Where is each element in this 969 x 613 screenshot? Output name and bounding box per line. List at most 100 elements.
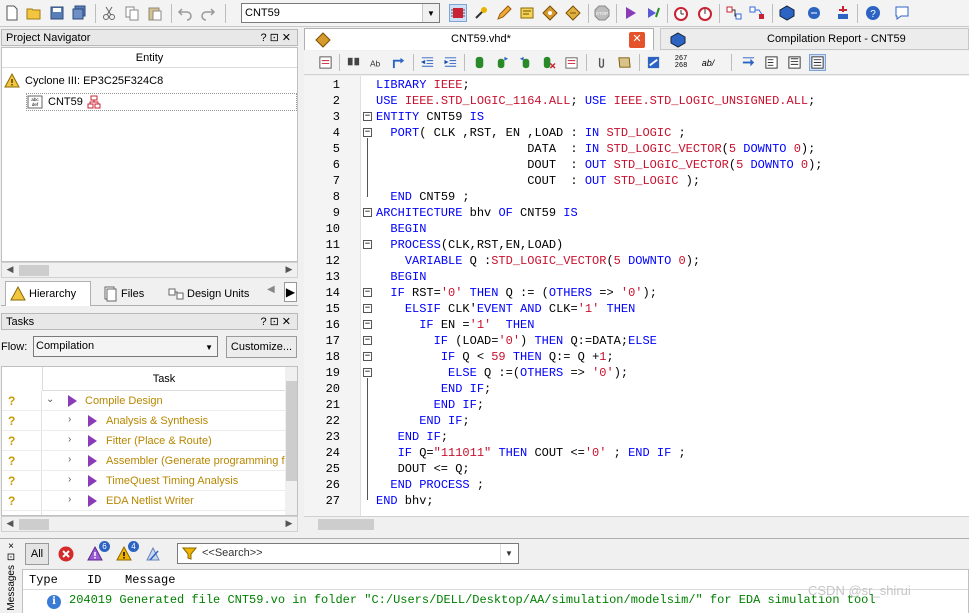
save-all-icon[interactable]: [70, 4, 88, 22]
find-replace-icon[interactable]: Ab: [368, 54, 385, 71]
expand-chevron-icon[interactable]: ›: [68, 434, 71, 445]
collapse-chevron-icon[interactable]: ⌄: [46, 394, 54, 405]
increase-indent-icon[interactable]: [442, 54, 459, 71]
code-editor[interactable]: 1 2 3 4 5 6 7 8 9 10 11 12 13 14 15 16 17 18 19 20 21 22 23 24 2…: [304, 76, 969, 516]
editor-horizontal-scrollbar[interactable]: [304, 516, 969, 532]
close-tab-icon[interactable]: ✕: [629, 32, 645, 48]
tabs-scroll-right-icon[interactable]: ▶: [284, 282, 297, 302]
bookmark-next-icon[interactable]: [494, 54, 511, 71]
error-filter-icon[interactable]: [54, 543, 78, 565]
help-icon[interactable]: ?: [864, 4, 882, 22]
column-type[interactable]: Type: [29, 573, 58, 587]
scrollbar-thumb[interactable]: [286, 381, 297, 481]
task-row-timequest[interactable]: ? › TimeQuest Timing Analysis: [2, 471, 285, 491]
task-horizontal-scrollbar[interactable]: ◀ ▶: [1, 516, 298, 532]
cut-icon[interactable]: [100, 4, 118, 22]
fold-collapse-icon[interactable]: −: [363, 368, 372, 377]
float-icon[interactable]: ⊡: [1, 552, 21, 563]
task-row-analysis-synthesis[interactable]: ? › Analysis & Synthesis: [2, 411, 285, 431]
expand-chevron-icon[interactable]: ›: [68, 414, 71, 425]
message-search-input[interactable]: <<Search>> ▼: [177, 543, 519, 564]
redo-icon[interactable]: [199, 4, 217, 22]
bookmark-clear-icon[interactable]: [540, 54, 557, 71]
scroll-right-icon[interactable]: ▶: [282, 518, 296, 531]
fold-collapse-icon[interactable]: −: [363, 352, 372, 361]
new-file-icon[interactable]: [3, 4, 21, 22]
find-icon[interactable]: [345, 54, 362, 71]
assignment-editor-icon[interactable]: [495, 4, 513, 22]
entity-column-header[interactable]: Entity: [2, 48, 297, 68]
flow-select[interactable]: Compilation ▼: [33, 336, 218, 357]
task-vertical-scrollbar[interactable]: [285, 367, 297, 515]
tab-compilation-report[interactable]: Compilation Report - CNT59: [660, 28, 969, 50]
fold-collapse-icon[interactable]: −: [363, 208, 372, 217]
programmer-chip-icon[interactable]: [541, 4, 559, 22]
netlist-viewer-icon[interactable]: [748, 4, 766, 22]
close-icon[interactable]: ✕: [282, 316, 294, 328]
run-task-icon[interactable]: [68, 395, 77, 407]
column-message[interactable]: Message: [125, 573, 175, 587]
attach-icon[interactable]: [593, 54, 610, 71]
bookmark-list-icon[interactable]: [563, 54, 580, 71]
fold-collapse-icon[interactable]: −: [363, 336, 372, 345]
programmer-icon[interactable]: [778, 4, 796, 22]
tabs-scroll-left-icon[interactable]: ◀: [267, 284, 275, 295]
navigator-horizontal-scrollbar[interactable]: ◀ ▶: [1, 262, 298, 278]
fold-collapse-icon[interactable]: −: [363, 128, 372, 137]
column-id[interactable]: ID: [87, 573, 101, 587]
open-folder-icon[interactable]: [25, 4, 43, 22]
comment-icon[interactable]: [893, 4, 911, 22]
tab-design-units[interactable]: Design Units: [163, 281, 259, 306]
scrollbar-thumb[interactable]: [19, 265, 49, 276]
goto-line-icon[interactable]: [391, 54, 408, 71]
decrease-indent-icon[interactable]: [419, 54, 436, 71]
pin-planner-icon[interactable]: [472, 4, 490, 22]
close-icon[interactable]: ×: [1, 541, 21, 552]
scrollbar-thumb[interactable]: [19, 519, 49, 530]
word-wrap-icon[interactable]: ab/: [697, 54, 719, 71]
suppressed-filter-icon[interactable]: [141, 543, 165, 565]
fold-collapse-icon[interactable]: −: [363, 288, 372, 297]
chip-planner-icon[interactable]: [449, 4, 467, 22]
go-to-icon[interactable]: [740, 54, 757, 71]
help-icon[interactable]: ?: [260, 316, 269, 328]
signaltap-icon[interactable]: [805, 4, 823, 22]
customize-button[interactable]: Customize...: [226, 336, 297, 358]
scrollbar-thumb[interactable]: [318, 519, 374, 530]
expand-chevron-icon[interactable]: ›: [68, 454, 71, 465]
scroll-right-icon[interactable]: ▶: [282, 264, 296, 277]
start-analysis-icon[interactable]: [644, 4, 662, 22]
device-settings-icon[interactable]: [564, 4, 582, 22]
scroll-left-icon[interactable]: ◀: [3, 518, 17, 531]
fold-collapse-icon[interactable]: −: [363, 240, 372, 249]
tab-files[interactable]: Files: [97, 281, 155, 306]
float-icon[interactable]: ⊡: [270, 316, 282, 328]
task-row-eda-netlist[interactable]: ? › EDA Netlist Writer: [2, 491, 285, 511]
run-task-icon[interactable]: [88, 455, 97, 467]
uncomment-icon[interactable]: [645, 54, 662, 71]
start-compilation-icon[interactable]: [621, 4, 639, 22]
task-row-fitter[interactable]: ? › Fitter (Place & Route): [2, 431, 285, 451]
rtl-viewer-icon[interactable]: [725, 4, 743, 22]
run-task-icon[interactable]: [88, 415, 97, 427]
run-task-icon[interactable]: [88, 435, 97, 447]
scroll-left-icon[interactable]: ◀: [3, 264, 17, 277]
document-view-icon[interactable]: [809, 54, 826, 71]
help-icon[interactable]: ?: [260, 32, 269, 44]
settings-icon[interactable]: [518, 4, 536, 22]
device-row[interactable]: Cyclone III: EP3C25F324C8: [4, 72, 163, 90]
full-view-icon[interactable]: [786, 54, 803, 71]
run-task-icon[interactable]: [88, 475, 97, 487]
float-icon[interactable]: ⊡: [270, 32, 282, 44]
expand-chevron-icon[interactable]: ›: [68, 474, 71, 485]
task-row-assembler[interactable]: ? › Assembler (Generate programming fil: [2, 451, 289, 471]
warning-filter-icon[interactable]: 4: [112, 541, 139, 565]
task-row-compile-design[interactable]: ? ⌄ Compile Design: [2, 391, 285, 411]
run-task-icon[interactable]: [88, 495, 97, 507]
critical-warning-filter-icon[interactable]: 6: [83, 541, 110, 565]
save-icon[interactable]: [48, 4, 66, 22]
top-level-entity-select[interactable]: CNT59 ▼: [241, 3, 440, 23]
bookmark-toggle-icon[interactable]: [471, 54, 488, 71]
timing-analyzer-icon[interactable]: [672, 4, 690, 22]
copy-icon[interactable]: [123, 4, 141, 22]
